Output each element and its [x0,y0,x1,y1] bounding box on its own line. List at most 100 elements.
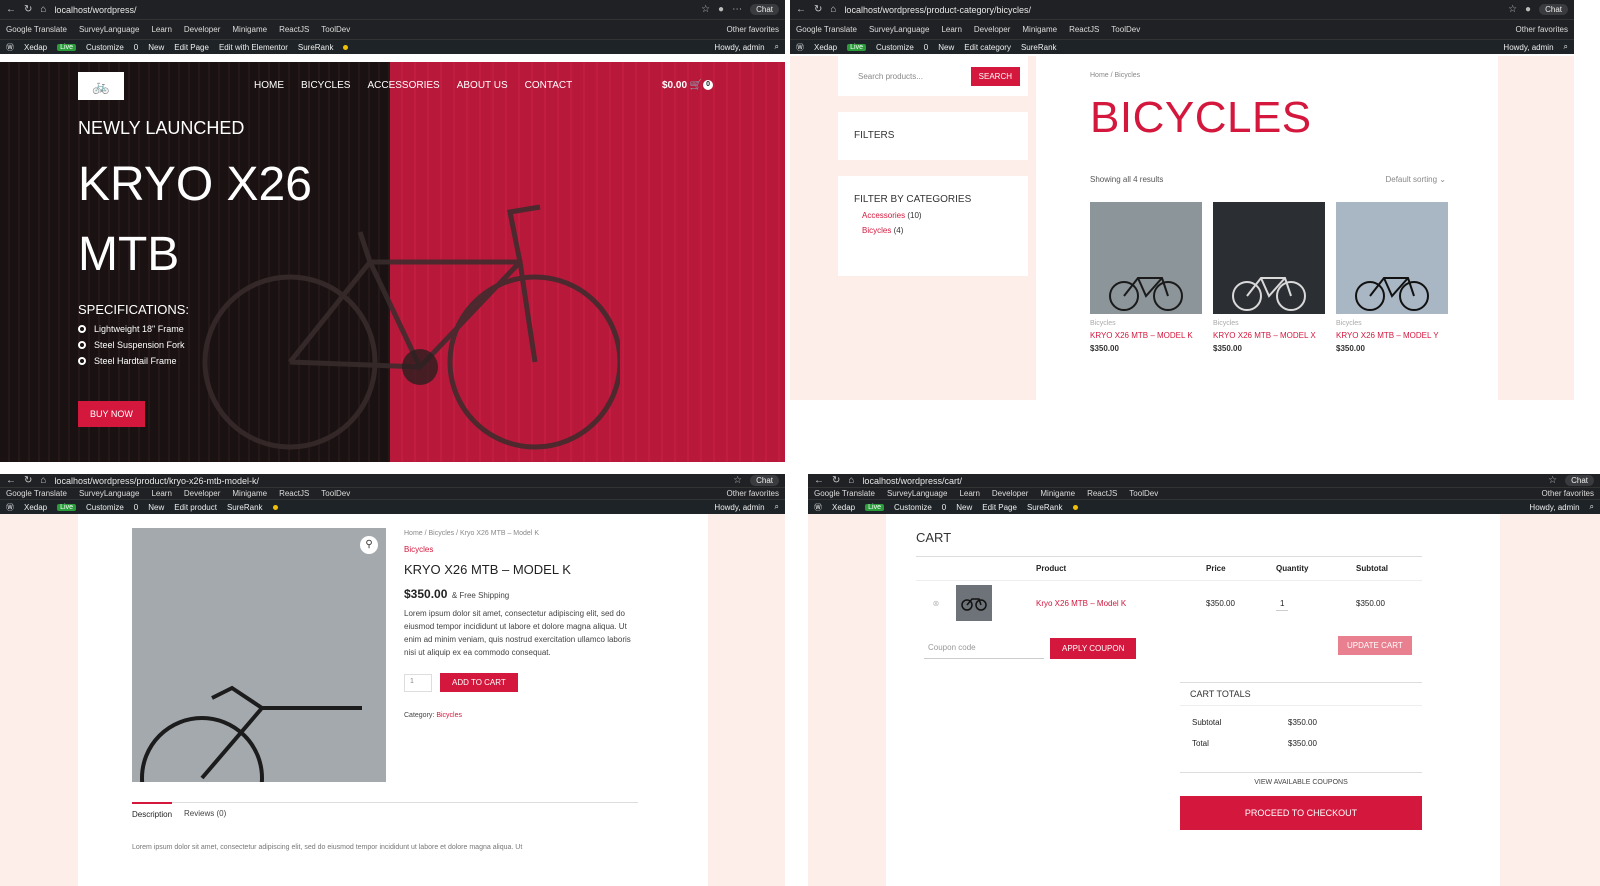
breadcrumb[interactable]: Home / Bicycles [1090,72,1498,79]
wp-logo-icon[interactable]: Ⓦ [6,502,14,513]
nav-bicycles[interactable]: BICYCLES [301,80,350,91]
bookmark-item[interactable]: Minigame [232,25,267,34]
admin-site-name[interactable]: Xedap [832,503,855,512]
admin-edit-product[interactable]: Edit product [174,503,217,512]
admin-site-name[interactable]: Xedap [814,43,837,52]
admin-edit-page[interactable]: Edit Page [174,43,209,52]
admin-customize[interactable]: Customize [86,503,124,512]
search-icon[interactable]: ⌕ [1590,502,1594,512]
view-coupons-link[interactable]: VIEW AVAILABLE COUPONS [1180,772,1422,786]
bookmark-item[interactable]: SurveyLanguage [887,489,948,498]
chat-button[interactable]: Chat [1539,4,1568,15]
category-link-accessories[interactable]: Accessories [862,211,905,220]
bookmark-item[interactable]: Learn [151,489,171,498]
product-card[interactable]: Bicycles KRYO X26 MTB – MODEL X $350.00 [1213,202,1325,353]
bookmark-item[interactable]: SurveyLanguage [79,489,140,498]
bookmark-item[interactable]: ReactJS [279,489,309,498]
zoom-icon[interactable]: ⚲ [360,536,378,554]
site-logo[interactable]: 🚲 [78,72,124,100]
bookmark-item[interactable]: ToolDev [1129,489,1158,498]
admin-edit-elementor[interactable]: Edit with Elementor [219,43,288,52]
admin-surerank[interactable]: SureRank [1027,503,1063,512]
bookmark-item[interactable]: Developer [184,489,220,498]
admin-edit-category[interactable]: Edit category [964,43,1011,52]
admin-new[interactable]: New [938,43,954,52]
cart-item-name[interactable]: Kryo X26 MTB – Model K [1036,599,1126,608]
product-category-link[interactable]: Bicycles [404,545,644,554]
admin-customize[interactable]: Customize [86,43,124,52]
admin-comments[interactable]: 0 [134,503,138,512]
admin-comments[interactable]: 0 [942,503,946,512]
cart-quantity-input[interactable]: 1 [1276,596,1289,611]
admin-new[interactable]: New [956,503,972,512]
bookmark-item[interactable]: ToolDev [321,489,350,498]
header-cart[interactable]: $0.00 🛒 0 [662,80,714,91]
search-icon[interactable]: ⌕ [775,502,779,512]
search-button[interactable]: SEARCH [970,66,1020,86]
remove-item-icon[interactable]: ⊗ [916,599,956,608]
bookmark-item[interactable]: Minigame [1040,489,1075,498]
product-name[interactable]: KRYO X26 MTB – MODEL Y [1336,331,1448,340]
product-card[interactable]: Bicycles KRYO X26 MTB – MODEL Y $350.00 [1336,202,1448,353]
bookmark-item[interactable]: Google Translate [814,489,875,498]
other-favorites[interactable]: Other favorites [1516,25,1568,34]
star-icon[interactable]: ☆ [1508,4,1517,15]
back-icon[interactable]: ← [6,4,16,15]
nav-accessories[interactable]: ACCESSORIES [367,80,439,91]
product-image[interactable] [1090,202,1202,314]
product-search-input[interactable]: Search products... [858,72,963,81]
category-link-bicycles[interactable]: Bicycles [862,226,891,235]
nav-home[interactable]: HOME [254,80,284,91]
search-icon[interactable]: ⌕ [775,42,779,52]
bookmark-item[interactable]: Learn [151,25,171,34]
bookmark-item[interactable]: Google Translate [6,25,67,34]
bookmark-item[interactable]: Google Translate [796,25,857,34]
admin-howdy[interactable]: Howdy, admin [1529,503,1579,512]
admin-site-name[interactable]: Xedap [24,43,47,52]
bookmark-item[interactable]: Learn [941,25,961,34]
profile-icon[interactable]: ● [718,4,724,15]
more-icon[interactable]: ⋯ [732,4,742,15]
tab-reviews[interactable]: Reviews (0) [184,803,226,819]
bookmark-item[interactable]: Minigame [1022,25,1057,34]
url-field[interactable]: localhost/wordpress/product/kryo-x26-mtb… [54,476,725,486]
bookmark-item[interactable]: SurveyLanguage [869,25,930,34]
profile-icon[interactable]: ● [1525,4,1531,15]
star-icon[interactable]: ☆ [1548,475,1557,486]
cart-item-thumbnail[interactable] [956,585,992,621]
apply-coupon-button[interactable]: APPLY COUPON [1050,638,1137,659]
admin-new[interactable]: New [148,503,164,512]
bookmark-item[interactable]: ReactJS [1087,489,1117,498]
sorting-select[interactable]: Default sorting ⌄ [1385,175,1446,184]
bookmark-item[interactable]: ReactJS [279,25,309,34]
search-icon[interactable]: ⌕ [1564,42,1568,52]
admin-surerank[interactable]: SureRank [1021,43,1057,52]
chat-button[interactable]: Chat [750,4,779,15]
home-icon[interactable]: ⌂ [830,4,836,15]
chat-button[interactable]: Chat [1565,475,1594,486]
meta-category-link[interactable]: Bicycles [436,712,462,719]
bookmark-item[interactable]: Learn [959,489,979,498]
bookmark-item[interactable]: Minigame [232,489,267,498]
url-field[interactable]: localhost/wordpress/ [54,5,693,15]
reload-icon[interactable]: ↻ [24,475,32,486]
back-icon[interactable]: ← [6,475,16,486]
bookmark-item[interactable]: SurveyLanguage [79,25,140,34]
admin-howdy[interactable]: Howdy, admin [1503,43,1553,52]
admin-site-name[interactable]: Xedap [24,503,47,512]
product-name[interactable]: KRYO X26 MTB – MODEL K [1090,331,1202,340]
admin-customize[interactable]: Customize [876,43,914,52]
back-icon[interactable]: ← [796,4,806,15]
bookmark-item[interactable]: Developer [992,489,1028,498]
product-image[interactable] [1213,202,1325,314]
bookmark-item[interactable]: ToolDev [321,25,350,34]
admin-surerank[interactable]: SureRank [227,503,263,512]
wp-logo-icon[interactable]: Ⓦ [814,502,822,513]
back-icon[interactable]: ← [814,475,824,486]
star-icon[interactable]: ☆ [733,475,742,486]
admin-customize[interactable]: Customize [894,503,932,512]
wp-logo-icon[interactable]: Ⓦ [796,42,804,53]
reload-icon[interactable]: ↻ [832,475,840,486]
url-field[interactable]: localhost/wordpress/cart/ [862,476,1540,486]
product-card[interactable]: Bicycles KRYO X26 MTB – MODEL K $350.00 [1090,202,1202,353]
